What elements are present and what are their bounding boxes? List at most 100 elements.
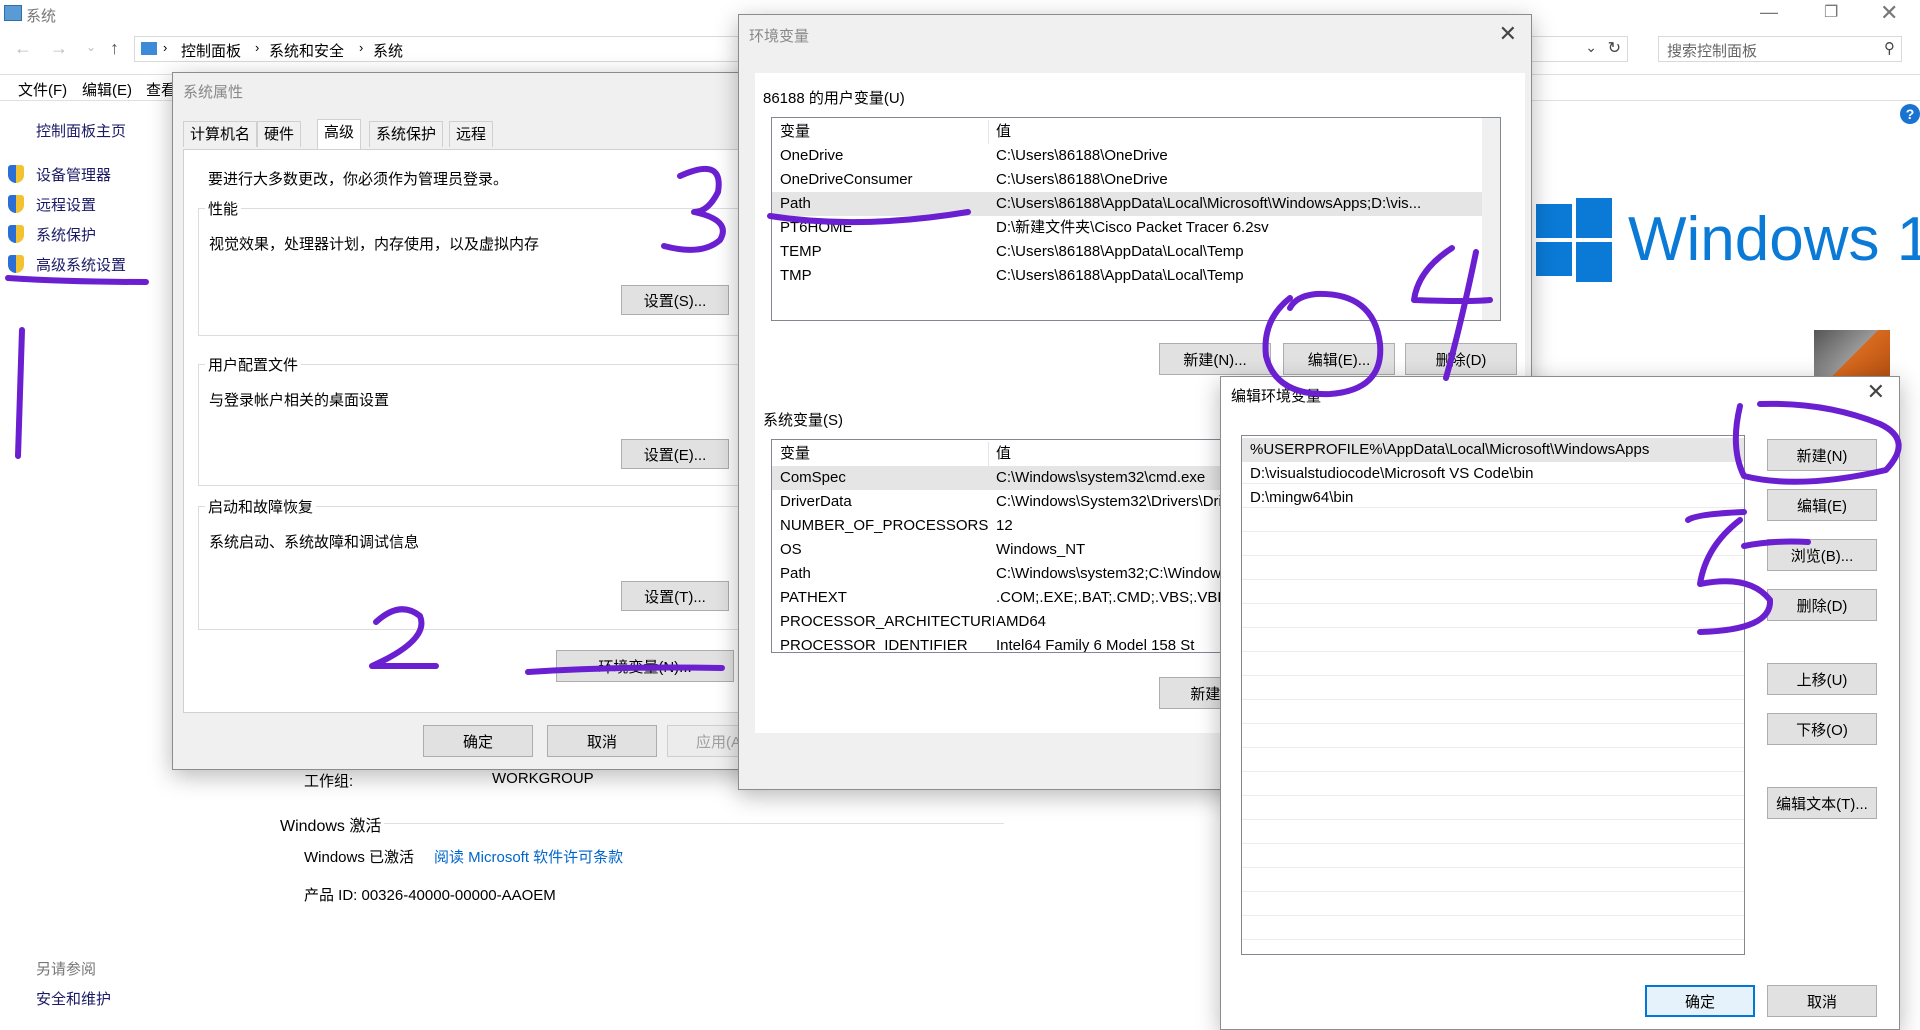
variable-name: TMP (780, 267, 812, 284)
up-arrow-icon[interactable]: ↑ (110, 38, 119, 59)
tab-remote[interactable]: 远程 (449, 121, 494, 147)
group-desc: 系统启动、系统故障和调试信息 (209, 534, 420, 551)
path-entry-text: D:\mingw64\bin (1250, 489, 1354, 506)
variable-value: D:\新建文件夹\Cisco Packet Tracer 6.2sv (996, 219, 1269, 236)
table-row-selected[interactable]: Path C:\Users\86188\AppData\Local\Microso… (772, 192, 1500, 216)
group-title: 性能 (205, 198, 242, 219)
table-row[interactable]: TMP C:\Users\86188\AppData\Local\Temp (772, 264, 1500, 288)
table-row[interactable]: TEMP C:\Users\86188\AppData\Local\Temp (772, 240, 1500, 264)
delete-path-button[interactable]: 删除(D) (1767, 589, 1877, 621)
variable-name: PROCESSOR_ARCHITECTURE (780, 613, 994, 630)
variable-value: C:\Users\86188\OneDrive (996, 171, 1168, 188)
license-terms-link[interactable]: 阅读 Microsoft 软件许可条款 (434, 846, 623, 867)
close-window-button[interactable]: ✕ (1880, 0, 1898, 26)
path-entry[interactable]: D:\mingw64\bin (1242, 486, 1744, 510)
variable-name: NUMBER_OF_PROCESSORS (780, 517, 989, 534)
performance-settings-button[interactable]: 设置(S)... (621, 285, 729, 315)
dialog-title: 系统属性 (183, 84, 244, 101)
forward-arrow-icon[interactable]: → (50, 38, 68, 59)
vertical-scrollbar[interactable] (1482, 118, 1500, 320)
control-panel-icon (141, 42, 157, 55)
system-icon (4, 5, 22, 21)
tab-strip: 计算机名 硬件 高级 系统保护 远程 (183, 119, 743, 149)
user-delete-button[interactable]: 删除(D) (1405, 343, 1517, 375)
user-variables-title: 86188 的用户变量(U) (763, 90, 905, 107)
history-chevron-icon[interactable]: ⌄ (86, 40, 96, 54)
edit-text-button[interactable]: 编辑文本(T)... (1767, 787, 1877, 819)
move-down-button[interactable]: 下移(O) (1767, 713, 1877, 745)
variable-name: PROCESSOR_IDENTIFIER (780, 637, 968, 653)
windows-flag-icon (1576, 242, 1612, 282)
tab-advanced[interactable]: 高级 (317, 119, 362, 149)
admin-note: 要进行大多数更改，你必须作为管理员登录。 (208, 171, 509, 188)
activation-title: Windows 激活 (280, 818, 382, 835)
windows-logo-text: Windows 10 (1628, 205, 1920, 274)
column-header-variable[interactable]: 变量 (780, 442, 810, 466)
breadcrumb-control-panel[interactable]: 控制面板 (181, 40, 241, 61)
cancel-button[interactable]: 取消 (1767, 985, 1877, 1017)
shield-icon (8, 255, 24, 273)
ok-button[interactable]: 确定 (423, 725, 533, 757)
group-desc: 与登录帐户相关的桌面设置 (209, 392, 390, 409)
dialog-title: 编辑环境变量 (1231, 388, 1322, 405)
tab-hardware[interactable]: 硬件 (257, 121, 302, 147)
restore-button[interactable]: ❐ (1824, 2, 1838, 22)
sidebar-item-label: 设备管理器 (36, 167, 112, 184)
ok-button[interactable]: 确定 (1645, 985, 1755, 1017)
table-row[interactable]: OneDrive C:\Users\86188\OneDrive (772, 144, 1500, 168)
user-profiles-settings-button[interactable]: 设置(E)... (621, 439, 729, 469)
sidebar-home-link[interactable]: 控制面板主页 (36, 120, 126, 141)
variable-name: PT6HOME (780, 219, 853, 236)
close-icon[interactable]: ✕ (1867, 379, 1885, 405)
breadcrumb-system-security[interactable]: 系统和安全 (269, 40, 344, 61)
minimize-button[interactable]: — (1760, 2, 1778, 23)
column-header-value[interactable]: 值 (996, 442, 1011, 466)
column-header-variable[interactable]: 变量 (780, 120, 810, 144)
see-also-title: 另请参阅 (36, 961, 97, 978)
variable-name: ComSpec (780, 469, 846, 486)
user-edit-button[interactable]: 编辑(E)... (1283, 343, 1395, 375)
search-placeholder: 搜索控制面板 (1667, 43, 1758, 60)
path-entries-list: %USERPROFILE%\AppData\Local\Microsoft\Wi… (1241, 435, 1745, 955)
user-new-button[interactable]: 新建(N)... (1159, 343, 1271, 375)
path-entry[interactable]: D:\visualstudiocode\Microsoft VS Code\bi… (1242, 462, 1744, 486)
environment-variables-button[interactable]: 环境变量(N)... (556, 650, 734, 682)
system-properties-dialog: 系统属性 计算机名 硬件 高级 系统保护 远程 要进行大多数更改，你必须作为管理… (172, 72, 758, 770)
startup-recovery-group: 启动和故障恢复 系统启动、系统故障和调试信息 设置(T)... (198, 496, 758, 630)
table-row[interactable]: PT6HOME D:\新建文件夹\Cisco Packet Tracer 6.2s… (772, 216, 1500, 240)
window-title: 系统 (26, 8, 57, 25)
system-variables-title: 系统变量(S) (763, 412, 843, 429)
dialog-title: 环境变量 (749, 28, 810, 45)
column-header-value[interactable]: 值 (996, 120, 1011, 144)
variable-name: Path (780, 195, 811, 212)
path-entry-selected[interactable]: %USERPROFILE%\AppData\Local\Microsoft\Wi… (1242, 438, 1744, 462)
menu-edit[interactable]: 编辑(E) (82, 79, 132, 100)
variable-name: OneDriveConsumer (780, 171, 913, 188)
edit-path-button[interactable]: 编辑(E) (1767, 489, 1877, 521)
list-header: 变量 值 (772, 120, 1500, 144)
group-desc: 视觉效果，处理器计划，内存使用，以及虚拟内存 (209, 236, 540, 253)
address-dropdown-icon[interactable]: ⌄ (1585, 39, 1597, 56)
table-row[interactable]: OneDriveConsumer C:\Users\86188\OneDrive (772, 168, 1500, 192)
startup-recovery-settings-button[interactable]: 设置(T)... (621, 581, 729, 611)
menu-file[interactable]: 文件(F) (18, 79, 67, 100)
new-path-button[interactable]: 新建(N) (1767, 439, 1877, 471)
tab-computer-name[interactable]: 计算机名 (183, 121, 258, 147)
variable-name: DriverData (780, 493, 852, 510)
shield-icon (8, 165, 24, 183)
refresh-icon[interactable]: ↻ (1608, 38, 1621, 58)
cancel-button[interactable]: 取消 (547, 725, 657, 757)
variable-value: C:\Users\86188\AppData\Local\Temp (996, 243, 1244, 260)
browse-button[interactable]: 浏览(B)... (1767, 539, 1877, 571)
help-icon[interactable]: ? (1900, 104, 1920, 124)
back-arrow-icon[interactable]: ← (14, 38, 32, 59)
activation-status: Windows 已激活 (304, 849, 415, 866)
variable-value: C:\Users\86188\AppData\Local\Temp (996, 267, 1244, 284)
tab-system-protection[interactable]: 系统保护 (369, 121, 444, 147)
see-also-security-link[interactable]: 安全和维护 (36, 988, 111, 1009)
search-icon[interactable]: ⚲ (1884, 39, 1895, 57)
search-box[interactable]: 搜索控制面板 ⚲ (1658, 36, 1902, 62)
move-up-button[interactable]: 上移(U) (1767, 663, 1877, 695)
breadcrumb-system[interactable]: 系统 (373, 40, 403, 61)
close-icon[interactable]: ✕ (1499, 21, 1517, 47)
